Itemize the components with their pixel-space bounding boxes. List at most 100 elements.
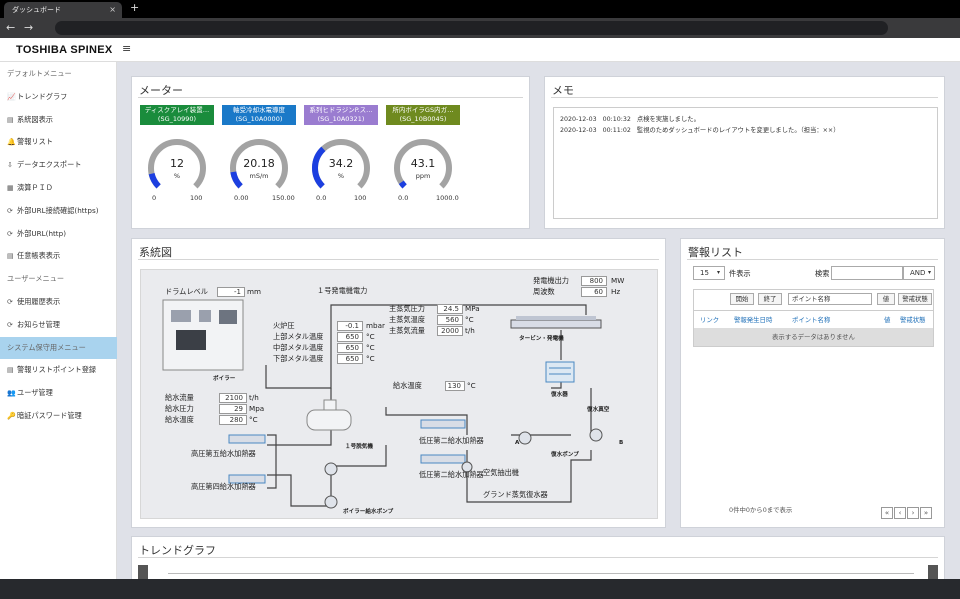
hamburger-menu-icon[interactable]: ≡: [122, 42, 131, 55]
memo-date: 2020-12-03: [560, 127, 597, 134]
sidebar-item-8[interactable]: ▤ 任意帳表表示: [0, 245, 117, 267]
prev-page-icon[interactable]: ‹: [894, 507, 906, 519]
low-metal-temp-label: 下部メタル温度: [273, 354, 324, 363]
sidebar-item-label: ユーザ管理: [17, 388, 53, 398]
sidebar-item-10[interactable]: ⟳ 使用履歴表示: [0, 291, 117, 313]
next-page-icon[interactable]: ›: [907, 507, 919, 519]
meter-tag-id: (SG_10A0321): [317, 115, 365, 123]
gauge-max: 1000.0: [436, 194, 459, 202]
furnace-pressure-unit: mbar: [366, 321, 385, 330]
turbine-label: タービン・発電機: [519, 336, 564, 342]
forward-arrow-icon[interactable]: →: [24, 21, 33, 34]
column-alarm-state[interactable]: 警戒状態: [900, 315, 926, 324]
gen-output-label: 発電機出力: [533, 276, 569, 285]
divider: [138, 259, 659, 260]
divider: [138, 97, 523, 98]
upper-metal-temp-label: 上部メタル温度: [273, 332, 324, 341]
sidebar-item-label: デフォルトメニュー: [7, 69, 72, 78]
boiler-label: ボイラー: [213, 376, 236, 382]
memo-panel-title: メモ: [552, 84, 574, 97]
sidebar-item-label: 暗証パスワード管理: [17, 411, 82, 420]
sidebar-item-label: データエクスポート: [17, 160, 82, 170]
sidebar-item-1[interactable]: 📈トレンドグラフ: [0, 86, 117, 108]
condenser-label: 復水器: [551, 392, 568, 398]
browser-address-bar: ← →: [0, 18, 960, 38]
system-diagram-panel: 系統図 ドラムレベル -1 mm １号発電機電力 発電機出力 800 MW 周波…: [131, 238, 666, 528]
filter-point-input[interactable]: ポイント名称: [788, 293, 872, 305]
gauge-value: 12: [170, 157, 184, 170]
gauge-value: 34.2: [328, 157, 354, 170]
sidebar-item-14[interactable]: 👥ユーザ管理: [0, 382, 117, 404]
meter-tag[interactable]: 軸受冷却水電導度 (SG_10A0000): [222, 105, 296, 125]
meter-tag-id: (SG_10B0045): [399, 115, 447, 123]
column-point-name[interactable]: ポイント名称: [792, 315, 830, 324]
main-steam-temp-label: 主蒸気温度: [389, 315, 425, 324]
memo-entry: 2020-12-03 00:11:02 監視のためダッシュボードのレイアウトを変更し…: [560, 125, 931, 136]
sidebar-item-icon: 🔔: [7, 138, 16, 147]
condensate-pump-label: 復水ポンプ: [551, 452, 579, 458]
freq-unit: Hz: [611, 287, 621, 296]
search-mode-select[interactable]: AND ▾: [903, 266, 935, 280]
sidebar-item-7[interactable]: ⟳ 外部URL(http): [0, 223, 117, 245]
boiler-icon: [162, 299, 244, 371]
gauge-max: 100: [354, 194, 367, 202]
sidebar-item-0[interactable]: デフォルトメニュー: [0, 63, 117, 85]
page-size-select[interactable]: 15 ▾: [693, 266, 725, 280]
gauge-min: 0: [152, 194, 157, 202]
fw-pressure-unit: Mpa: [249, 404, 265, 413]
feedwater-temp-unit: °C: [467, 381, 476, 390]
filter-state-button[interactable]: 警戒状態: [898, 293, 932, 305]
memo-list[interactable]: 2020-12-03 00:10:32 点検を実施しました。 2020-12-03 00…: [553, 107, 938, 219]
air-extractor-label: 空気抽出機: [483, 468, 519, 477]
app-header: TOSHIBA SPINEX ≡: [0, 38, 960, 62]
sidebar-item-12[interactable]: システム保守用メニュー: [0, 336, 117, 359]
sidebar-item-9[interactable]: ユーザーメニュー: [0, 268, 117, 290]
feedwater-temp-value: 130: [445, 381, 465, 391]
furnace-pressure-value: -0.1: [337, 321, 363, 331]
sidebar-item-label: 系統図表示: [17, 114, 53, 124]
last-page-icon[interactable]: »: [920, 507, 932, 519]
sidebar-item-13[interactable]: ▤ 警報リストポイント登録: [0, 359, 117, 381]
drum-level-value: -1: [217, 287, 245, 297]
column-link[interactable]: リンク: [700, 315, 719, 324]
meter-tag[interactable]: ディスクアレイ装置… (SG_10990): [140, 105, 214, 125]
upper-metal-temp-unit: °C: [366, 332, 375, 341]
sidebar-item-6[interactable]: ⟳ 外部URL接続確認(https): [0, 200, 117, 222]
close-tab-icon[interactable]: ×: [109, 2, 116, 18]
sidebar-item-icon: ▤: [7, 366, 14, 375]
mid-metal-temp-label: 中部メタル温度: [273, 343, 324, 352]
memo-entry: 2020-12-03 00:10:32 点検を実施しました。: [560, 114, 931, 125]
new-tab-icon[interactable]: +: [130, 1, 139, 14]
gauge-unit: ppm: [415, 172, 431, 180]
sidebar-item-15[interactable]: 🔑暗証パスワード管理: [0, 405, 117, 427]
sidebar-item-4[interactable]: ⇩ データエクスポート: [0, 154, 117, 176]
sidebar-item-2[interactable]: ▤ 系統図表示: [0, 109, 117, 131]
column-value[interactable]: 値: [884, 315, 890, 324]
meter-tag[interactable]: 所内ボイラGS内ガ… (SG_10B0045): [386, 105, 460, 125]
filter-end-button[interactable]: 終了: [758, 293, 782, 305]
browser-tab[interactable]: ダッシュボード ×: [4, 2, 122, 18]
meter-tag-name: 軸受冷却水電導度: [233, 106, 285, 114]
chevron-down-icon: ▾: [716, 269, 720, 276]
sidebar: デフォルトメニュー 📈トレンドグラフ ▤ 系統図表示 🔔警報リスト ⇩ データエクスポート ▦…: [0, 62, 117, 579]
fw-temp-unit: °C: [249, 415, 258, 424]
column-alarm-time[interactable]: 警報発生日時: [734, 315, 772, 324]
main-steam-pressure-value: 24.5: [437, 304, 463, 314]
gen-power-label: １号発電機電力: [317, 286, 368, 295]
sidebar-item-3[interactable]: 🔔警報リスト: [0, 131, 117, 153]
meter-panel: メーター ディスクアレイ装置… (SG_10990) 12% 0 100 軸受冷却水電導…: [131, 76, 530, 229]
mid-metal-temp-unit: °C: [366, 343, 375, 352]
divider: [687, 259, 938, 260]
filter-start-button[interactable]: 開始: [730, 293, 754, 305]
search-input[interactable]: [831, 266, 903, 280]
alarm-list-panel: 警報リスト 15 ▾ 件表示 検索 AND ▾ 開始 終了 ポイント名称 値 警…: [680, 238, 945, 528]
page-size-value: 15: [700, 269, 709, 277]
sidebar-item-label: 任意帳表表示: [17, 251, 61, 261]
sidebar-item-5[interactable]: ▦ 演算ＰＩＤ: [0, 177, 117, 199]
filter-value-button[interactable]: 値: [877, 293, 895, 305]
sidebar-item-11[interactable]: ⟳ お知らせ管理: [0, 314, 117, 336]
back-arrow-icon[interactable]: ←: [6, 21, 15, 34]
url-field[interactable]: [55, 21, 888, 35]
meter-tag[interactable]: 系列ヒドラジンP.ス… (SG_10A0321): [304, 105, 378, 125]
first-page-icon[interactable]: «: [881, 507, 893, 519]
